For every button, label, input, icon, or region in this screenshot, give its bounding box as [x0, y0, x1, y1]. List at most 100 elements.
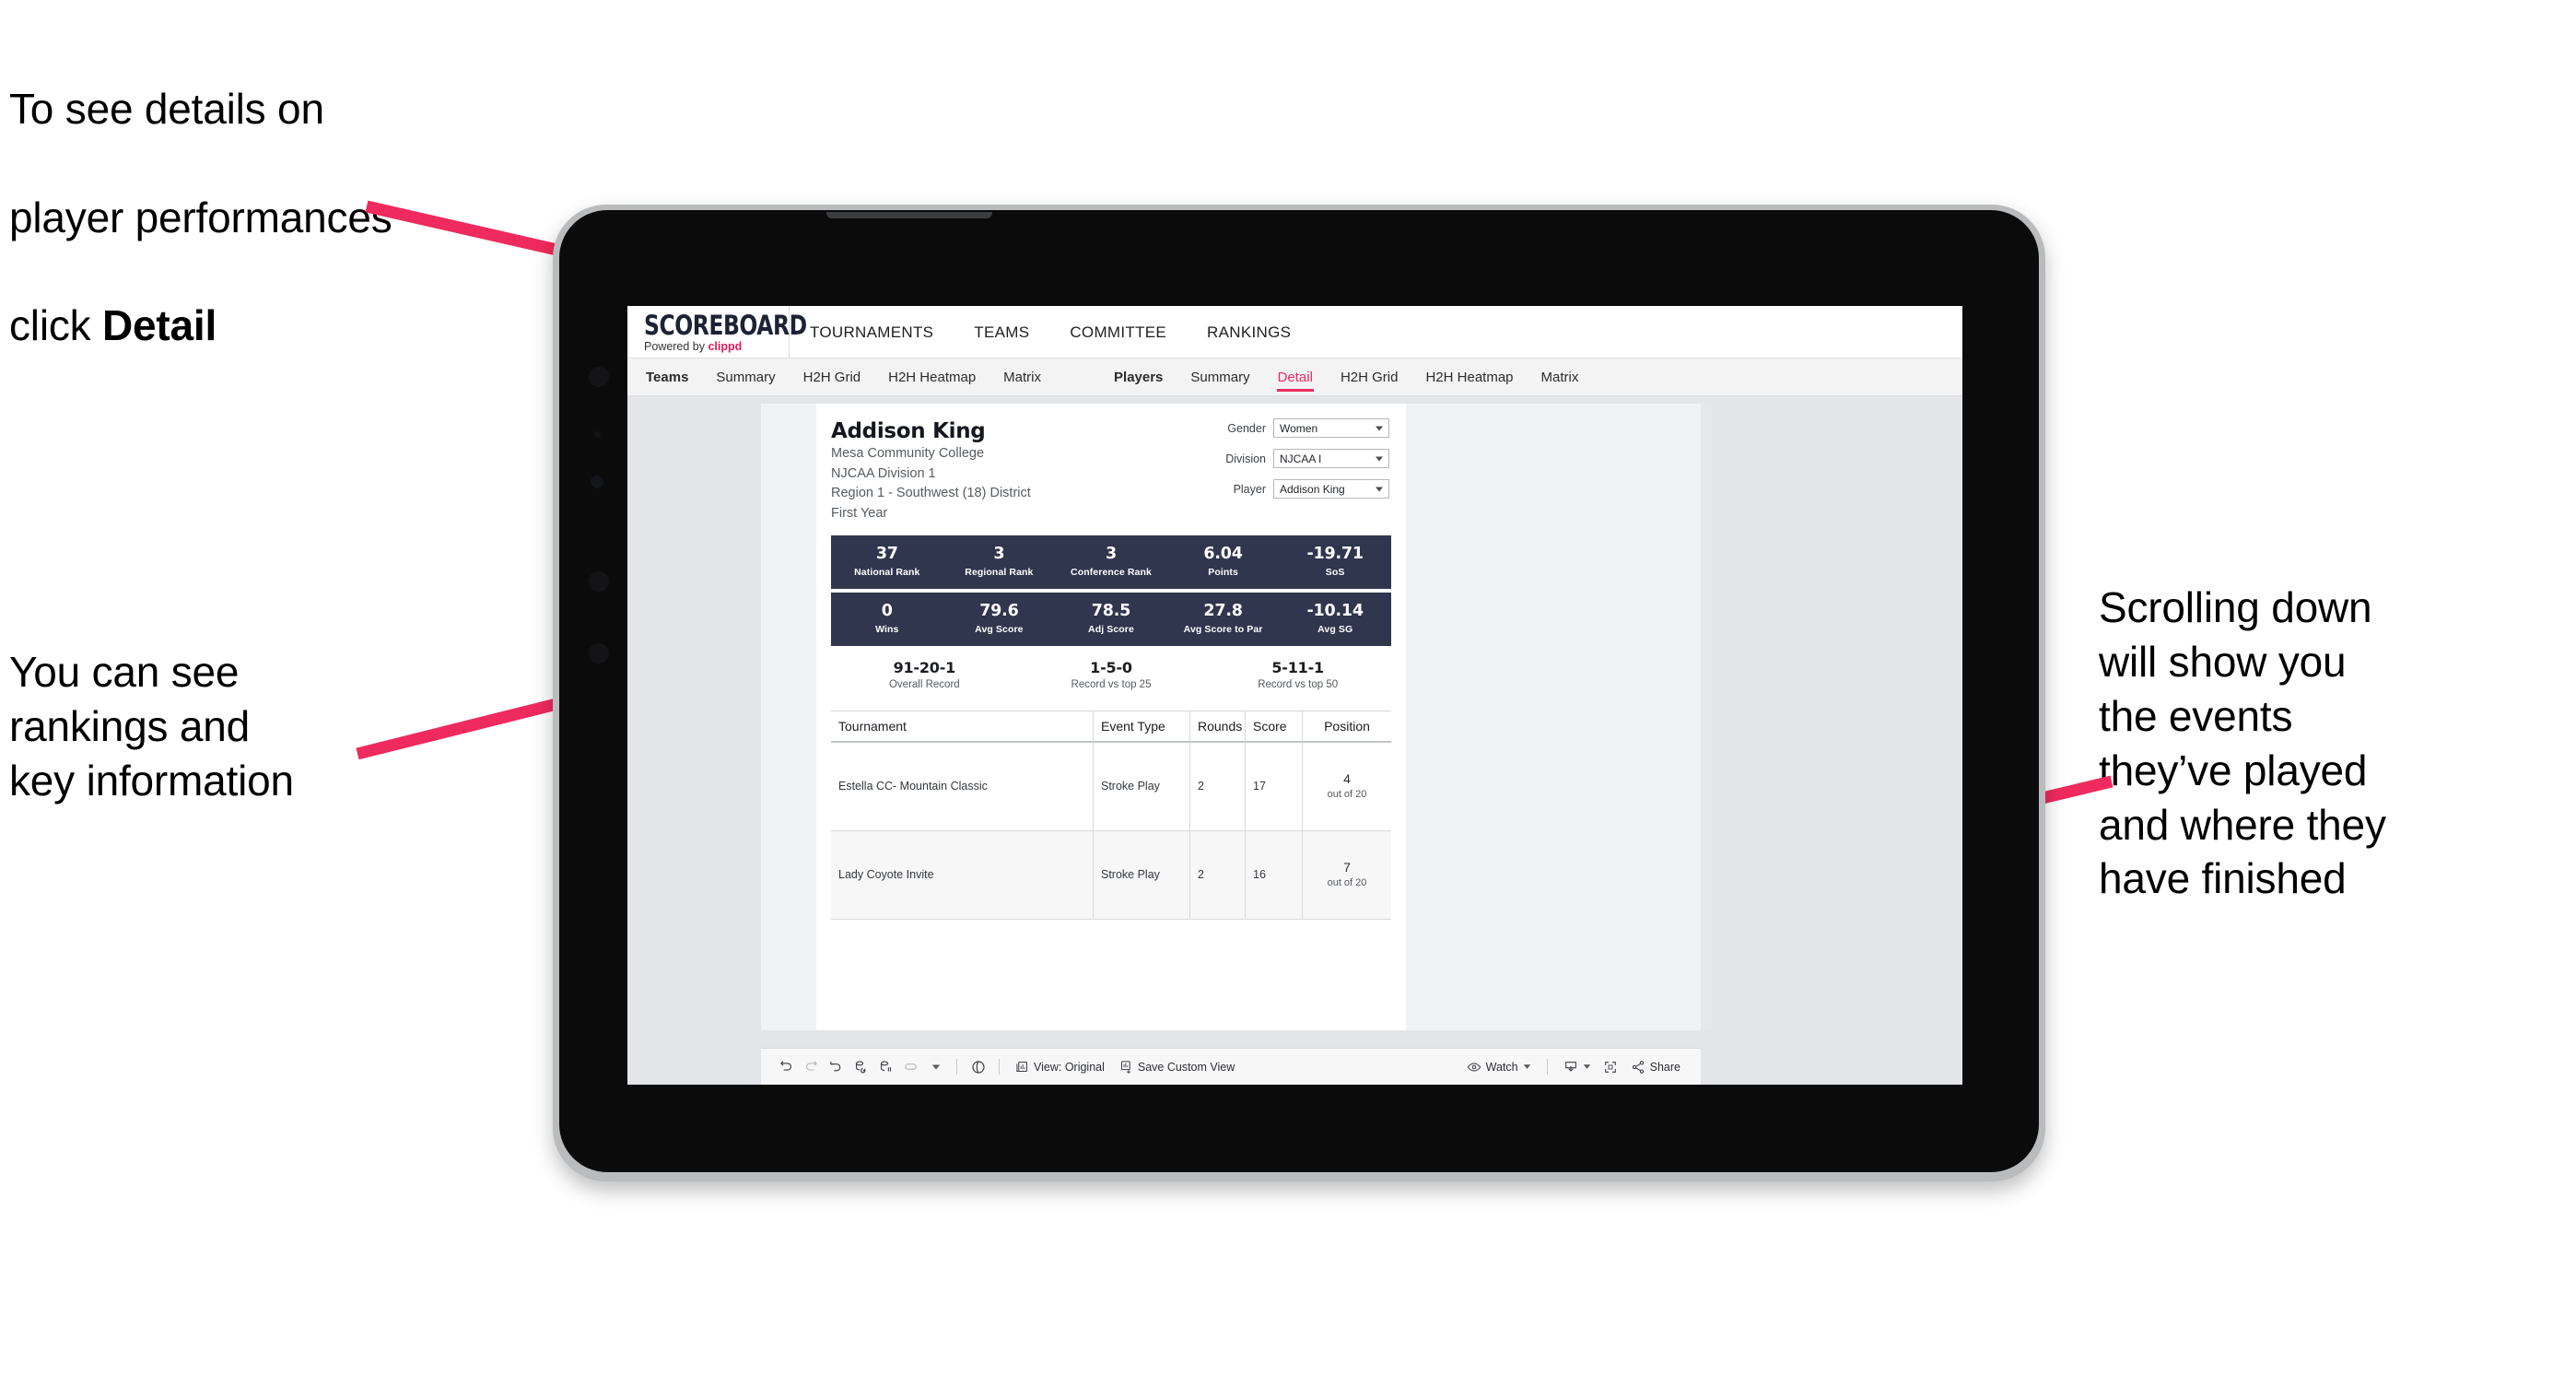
top-nav-committee[interactable]: COMMITTEE: [1049, 306, 1187, 358]
sub-nav-players-detail[interactable]: Detail: [1264, 358, 1327, 396]
stat-label: Wins: [875, 623, 899, 635]
position-number: 4: [1343, 771, 1351, 787]
sub-nav-players-header[interactable]: Players: [1095, 358, 1177, 396]
app-logo[interactable]: SCOREBOARD Powered by clippd: [627, 309, 807, 353]
filter-division-label: Division: [1225, 452, 1266, 465]
cell-score: 17: [1246, 742, 1303, 831]
sub-nav-players-group: Players Summary Detail H2H Grid H2H Heat…: [1095, 358, 1592, 396]
cell-rounds: 2: [1190, 830, 1246, 920]
top-nav-teams[interactable]: TEAMS: [954, 306, 1049, 358]
dashboard-canvas: Addison King Mesa Community College NJCA…: [627, 396, 1962, 1085]
top-nav-rankings[interactable]: RANKINGS: [1187, 306, 1311, 358]
undo-icon[interactable]: [774, 1059, 799, 1075]
fullscreen-icon[interactable]: [1598, 1060, 1623, 1075]
filter-division-select[interactable]: NJCAA I: [1273, 449, 1389, 468]
pause-data-icon[interactable]: [873, 1059, 898, 1075]
annotation-right: Scrolling down will show you the events …: [2099, 583, 2386, 903]
annotation-line-3: click Detail: [9, 299, 599, 353]
dashboard-right-pane: [1701, 404, 1712, 1030]
stat-points: 6.04 Points: [1167, 546, 1280, 578]
sub-nav-teams-summary[interactable]: Summary: [702, 358, 789, 396]
pause-auto-update-icon[interactable]: [966, 1059, 990, 1075]
save-custom-view-button[interactable]: Save Custom View: [1112, 1060, 1242, 1074]
logo-brand-clippd: clippd: [708, 339, 743, 353]
view-original-button[interactable]: View: Original: [1008, 1060, 1112, 1074]
chevron-down-icon[interactable]: [923, 1063, 948, 1072]
stat-label: National Rank: [854, 566, 920, 578]
stat-wins: 0 Wins: [831, 603, 943, 635]
stat-value: -10.14: [1306, 602, 1364, 621]
stat-value: 27.8: [1203, 602, 1243, 621]
tablet-lens-icon: [591, 476, 603, 488]
sub-nav-players-h2h-heatmap[interactable]: H2H Heatmap: [1411, 358, 1527, 396]
table-row[interactable]: Estella CC- Mountain Classic Stroke Play…: [831, 742, 1391, 831]
toolbar-divider: [1546, 1059, 1548, 1075]
record-value: 91-20-1: [893, 658, 956, 676]
filter-player-select[interactable]: Addison King: [1273, 479, 1389, 499]
cell-event-type: Stroke Play: [1094, 742, 1190, 831]
col-header-tournament[interactable]: Tournament: [831, 711, 1094, 743]
slide-canvas: To see details on player performances cl…: [0, 0, 2576, 1386]
position-out-of: out of 20: [1327, 788, 1367, 800]
dashboard-toolbar: View: Original Save Custom View Watch Sh…: [761, 1048, 1701, 1085]
sub-nav-teams-h2h-heatmap[interactable]: H2H Heatmap: [874, 358, 989, 396]
annotation-line-3-prefix: click: [9, 301, 103, 350]
sub-nav-players-h2h-grid[interactable]: H2H Grid: [1327, 358, 1412, 396]
sub-nav-teams-matrix[interactable]: Matrix: [989, 358, 1055, 396]
stat-conference-rank: 3 Conference Rank: [1055, 546, 1167, 578]
revert-icon[interactable]: [824, 1059, 849, 1075]
tablet-camera-icon: [589, 367, 609, 387]
stat-label: Avg Score: [975, 623, 1024, 635]
record-label: Record vs top 25: [1071, 678, 1152, 690]
logo-wordmark: SCOREBOARD: [644, 309, 807, 341]
tournaments-table: Tournament Event Type Rounds Score Posit…: [831, 710, 1391, 920]
view-original-label: View: Original: [1034, 1060, 1105, 1074]
logo-tagline: Powered by clippd: [644, 341, 789, 353]
tablet-button-lower-icon: [589, 643, 609, 664]
logo-powered-by: Powered by: [644, 339, 708, 353]
filter-player-value: Addison King: [1280, 482, 1345, 496]
annotation-line-1: To see details on: [9, 84, 324, 133]
stat-adj-score: 78.5 Adj Score: [1055, 603, 1167, 635]
col-header-rounds[interactable]: Rounds: [1190, 711, 1246, 743]
stat-label: Regional Rank: [965, 566, 1034, 578]
stat-value: -19.71: [1306, 545, 1364, 564]
filter-gender-select[interactable]: Women: [1273, 418, 1389, 438]
toolbar-divider: [956, 1059, 957, 1075]
annotation-detail-emphasis: Detail: [102, 301, 217, 350]
top-nav-tournaments[interactable]: TOURNAMENTS: [790, 306, 954, 358]
record-overall: 91-20-1 Overall Record: [831, 659, 1018, 690]
stat-avg-sg: -10.14 Avg SG: [1279, 602, 1391, 635]
table-header-row: Tournament Event Type Rounds Score Posit…: [831, 711, 1391, 743]
col-header-event-type[interactable]: Event Type: [1094, 711, 1190, 743]
tablet-screen: SCOREBOARD Powered by clippd TOURNAMENTS…: [627, 306, 1962, 1085]
refresh-data-icon[interactable]: [849, 1059, 873, 1075]
record-vs-top-25: 1-5-0 Record vs top 25: [1018, 659, 1205, 690]
chevron-down-icon: [1376, 456, 1383, 461]
download-button[interactable]: [1556, 1060, 1598, 1075]
col-header-score[interactable]: Score: [1246, 711, 1303, 743]
watch-label: Watch: [1485, 1060, 1518, 1074]
annotation-left: You can see rankings and key information: [9, 648, 294, 805]
stat-label: Points: [1208, 566, 1238, 578]
sub-nav-players-matrix[interactable]: Matrix: [1528, 358, 1593, 396]
col-header-position[interactable]: Position: [1303, 711, 1391, 743]
sub-nav-teams-header[interactable]: Teams: [627, 358, 702, 396]
filter-gender-value: Women: [1280, 421, 1318, 435]
record-label: Overall Record: [888, 678, 960, 690]
chevron-down-icon: [1523, 1064, 1530, 1069]
chevron-down-icon: [1376, 426, 1383, 430]
highlight-icon[interactable]: [898, 1059, 923, 1075]
share-button[interactable]: Share: [1623, 1060, 1688, 1075]
stat-sos: -19.71 SoS: [1279, 545, 1391, 578]
table-row[interactable]: Lady Coyote Invite Stroke Play 2 16 7 ou…: [831, 830, 1391, 920]
viz-container: Addison King Mesa Community College NJCA…: [761, 404, 1701, 1030]
player-header: Addison King Mesa Community College NJCA…: [816, 404, 1406, 523]
sub-nav-players-summary[interactable]: Summary: [1177, 358, 1263, 396]
stat-value: 37: [875, 545, 898, 564]
filter-gender-label: Gender: [1227, 421, 1266, 435]
watch-button[interactable]: Watch: [1459, 1060, 1539, 1075]
tablet-device: SCOREBOARD Powered by clippd TOURNAMENTS…: [553, 205, 2045, 1181]
sub-nav-teams-h2h-grid[interactable]: H2H Grid: [790, 358, 875, 396]
redo-icon[interactable]: [799, 1059, 824, 1075]
